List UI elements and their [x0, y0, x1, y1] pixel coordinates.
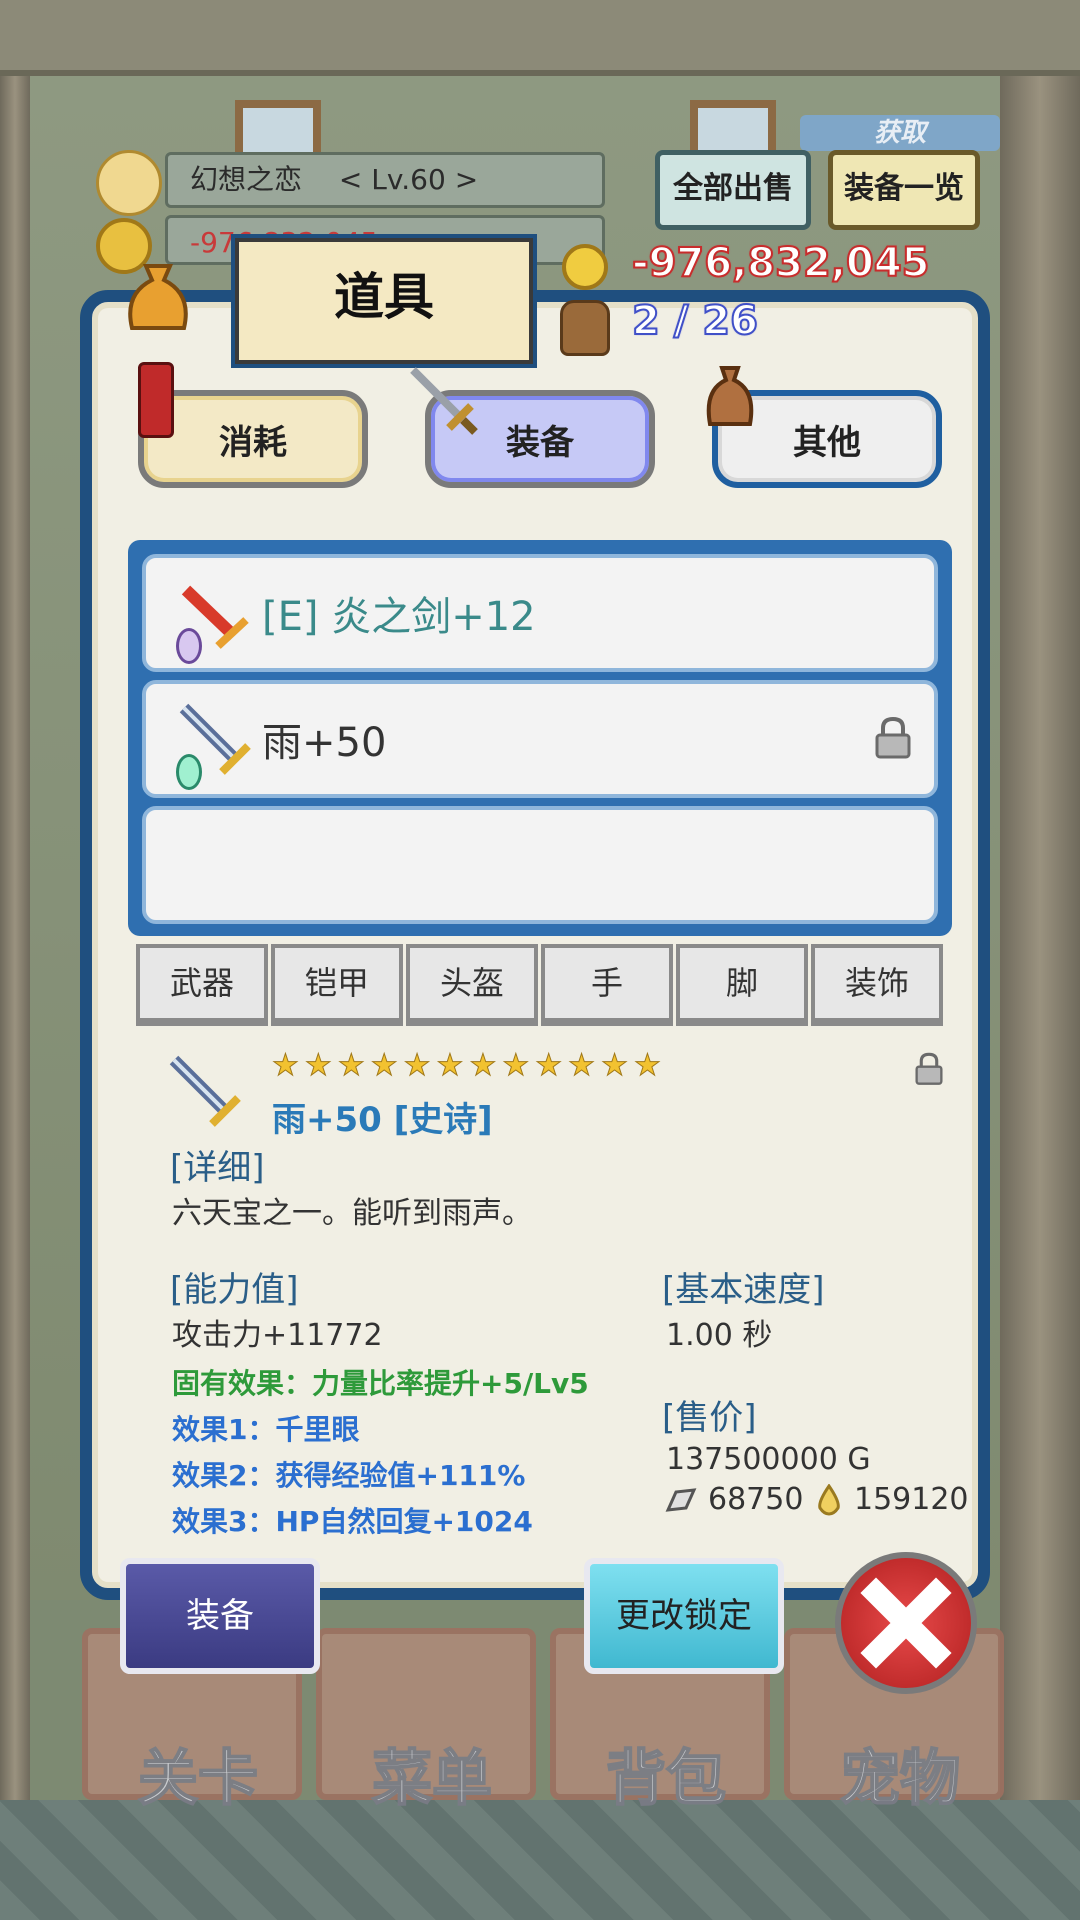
tab-accessory[interactable]: 装饰	[811, 944, 943, 1026]
star-icon: ★	[304, 1048, 332, 1084]
star-icon: ★	[469, 1048, 497, 1084]
equip-button[interactable]: 装备	[120, 1558, 320, 1674]
panel-title: 道具	[231, 234, 537, 368]
bag-capacity: 2 / 26	[631, 297, 759, 345]
nav-menu-label: 菜单	[371, 1743, 493, 1815]
detail-heading: [详细]	[170, 1148, 265, 1188]
player-info-box: 幻想之恋 < Lv.60 >	[165, 152, 605, 208]
backpack-icon	[560, 300, 610, 356]
item-name: [E] 炎之剑+12	[262, 594, 536, 640]
detail-lock-icon[interactable]	[914, 1052, 944, 1086]
tab-foot[interactable]: 脚	[676, 944, 808, 1026]
gold-amount: -976,832,045	[631, 239, 930, 287]
close-icon	[860, 1577, 952, 1669]
tab-hand[interactable]: 手	[541, 944, 673, 1026]
wall-pillar	[0, 0, 30, 1800]
tab-armor[interactable]: 铠甲	[271, 944, 403, 1026]
ceiling-beam	[0, 0, 1080, 76]
money-bag-icon	[118, 258, 198, 338]
close-button[interactable]	[835, 1552, 977, 1694]
tab-helmet[interactable]: 头盔	[406, 944, 538, 1026]
change-lock-button[interactable]: 更改锁定	[584, 1558, 784, 1674]
star-icon: ★	[568, 1048, 596, 1084]
player-name: 幻想之恋	[190, 163, 303, 196]
wall-pillar	[1000, 0, 1080, 1800]
price-heading: [售价]	[662, 1398, 757, 1438]
star-icon: ★	[403, 1048, 431, 1084]
sell-all-button[interactable]: 全部出售	[655, 150, 811, 230]
equip-list-button[interactable]: 装备一览	[828, 150, 980, 230]
pouch-icon	[702, 364, 758, 428]
gold-coin-icon	[562, 244, 608, 290]
item-list: [E] 炎之剑+12 雨+50	[128, 540, 952, 936]
list-item[interactable]: [E] 炎之剑+12	[142, 554, 938, 672]
drop-icon	[816, 1483, 842, 1516]
star-icon: ★	[633, 1048, 661, 1084]
drop-value: 159120	[854, 1482, 969, 1517]
background-floor	[0, 1800, 1080, 1920]
effect-3: 效果3：HP自然回复+1024	[172, 1505, 533, 1538]
gem-icon	[176, 754, 202, 790]
inherent-effect: 固有效果：力量比率提升+5/Lv5	[172, 1367, 589, 1400]
price-value: 137500000 G	[666, 1442, 871, 1477]
nav-pet-label: 宠物	[839, 1743, 961, 1815]
gem-icon	[176, 628, 202, 664]
effect-1: 效果1：千里眼	[172, 1413, 360, 1446]
nav-bag-label: 背包	[605, 1743, 727, 1815]
lock-icon	[874, 716, 912, 760]
sword-icon	[405, 362, 485, 442]
player-level: < Lv.60 >	[338, 163, 479, 196]
list-item[interactable]: 雨+50	[142, 680, 938, 798]
tab-weapon[interactable]: 武器	[136, 944, 268, 1026]
player-avatar[interactable]	[96, 150, 162, 216]
ore-icon	[664, 1486, 698, 1514]
speed-value: 1.00 秒	[666, 1318, 773, 1353]
potion-icon	[138, 362, 174, 438]
obtain-banner[interactable]: 获取	[800, 115, 1000, 151]
ore-value: 68750	[708, 1482, 804, 1517]
star-icon: ★	[436, 1048, 464, 1084]
star-rating: ★ ★ ★ ★ ★ ★ ★ ★ ★ ★ ★ ★	[272, 1048, 667, 1084]
star-icon: ★	[502, 1048, 530, 1084]
star-icon: ★	[370, 1048, 398, 1084]
star-icon: ★	[535, 1048, 563, 1084]
nav-stage-label: 关卡	[137, 1743, 259, 1815]
detail-item-title: 雨+50 [史诗]	[272, 1100, 493, 1140]
star-icon: ★	[601, 1048, 629, 1084]
speed-heading: [基本速度]	[662, 1270, 825, 1310]
stats-heading: [能力值]	[170, 1270, 299, 1310]
item-name: 雨+50	[262, 720, 387, 766]
star-icon: ★	[272, 1048, 300, 1084]
effect-2: 效果2：获得经验值+111%	[172, 1459, 526, 1492]
item-description: 六天宝之一。能听到雨声。	[172, 1196, 532, 1231]
list-item-empty[interactable]	[142, 806, 938, 924]
nav-menu[interactable]: 菜单	[316, 1628, 536, 1815]
attack-stat: 攻击力+11772	[172, 1318, 383, 1353]
star-icon: ★	[337, 1048, 365, 1084]
detail-sword-icon	[166, 1052, 250, 1136]
